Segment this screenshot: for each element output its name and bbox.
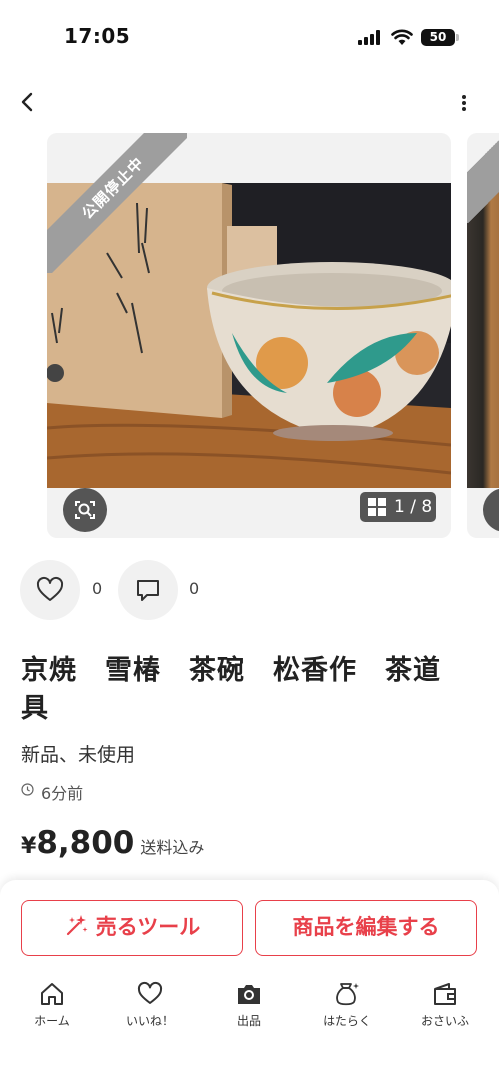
like-count: 0 (92, 579, 103, 598)
home-icon (41, 983, 63, 1005)
price-value: 8,800 (36, 825, 135, 861)
price-symbol: ¥ (21, 834, 37, 859)
tab-wallet[interactable]: おさいふ (405, 980, 485, 1036)
image-search-button[interactable] (63, 488, 107, 532)
money-bag-icon (336, 983, 359, 1006)
tab-sell[interactable]: 出品 (209, 980, 289, 1036)
status-bar: 17:05 50 (0, 0, 499, 72)
item-title: 京焼 雪椿 茶碗 松香作 茶道具 (21, 655, 441, 724)
edit-item-label: 商品を編集する (292, 915, 440, 939)
heart-icon (137, 981, 163, 1004)
shipping-note: 送料込み (140, 838, 205, 857)
suspended-ribbon: 公開停止中 (47, 133, 187, 273)
comment-button[interactable] (118, 560, 178, 620)
item-condition: 新品、未使用 (21, 744, 136, 766)
comment-count: 0 (189, 579, 200, 598)
photo-counter-text: 1 / 8 (394, 497, 433, 517)
sell-tool-label: 売るツール (95, 915, 201, 939)
next-ribbon (467, 133, 499, 223)
status-time: 17:05 (64, 24, 131, 48)
tab-work-label: はたらく (323, 1014, 371, 1028)
tab-likes-label: いいね！ (125, 1014, 174, 1028)
tab-home-label: ホーム (34, 1014, 70, 1028)
sell-tool-button[interactable]: 売るツール (21, 900, 243, 956)
item-photo-card[interactable]: 公開停止中 1 / 8 (47, 133, 451, 538)
signal-icon (358, 30, 382, 45)
battery-icon: 50 (421, 29, 459, 46)
tab-likes[interactable]: いいね！ (110, 980, 190, 1036)
tab-work[interactable]: はたらく (307, 980, 387, 1036)
photo-counter[interactable]: 1 / 8 (360, 492, 436, 522)
ribbon-label: 公開停止中 (47, 133, 187, 273)
clock-icon (21, 783, 34, 796)
next-image-search-button (483, 488, 499, 532)
tab-home[interactable]: ホーム (12, 980, 92, 1036)
wifi-icon (391, 29, 413, 45)
price: ¥8,800 送料込み (21, 825, 204, 865)
posted-time-text: 6分前 (41, 784, 84, 803)
grid-icon (368, 498, 386, 516)
battery-level: 50 (429, 30, 447, 44)
back-button[interactable] (14, 88, 42, 116)
more-options-button[interactable] (452, 90, 476, 116)
camera-icon (238, 985, 260, 1004)
edit-item-button[interactable]: 商品を編集する (255, 900, 477, 956)
sparkle-wand-icon (66, 915, 88, 936)
comment-icon (137, 580, 159, 601)
tab-wallet-label: おさいふ (420, 1014, 469, 1028)
heart-icon (36, 576, 64, 601)
tab-sell-label: 出品 (236, 1014, 261, 1028)
next-photo (467, 183, 499, 488)
next-photo-card[interactable] (467, 133, 499, 538)
wallet-icon (434, 983, 456, 1005)
lens-search-icon (75, 501, 95, 519)
like-button[interactable] (20, 560, 80, 620)
